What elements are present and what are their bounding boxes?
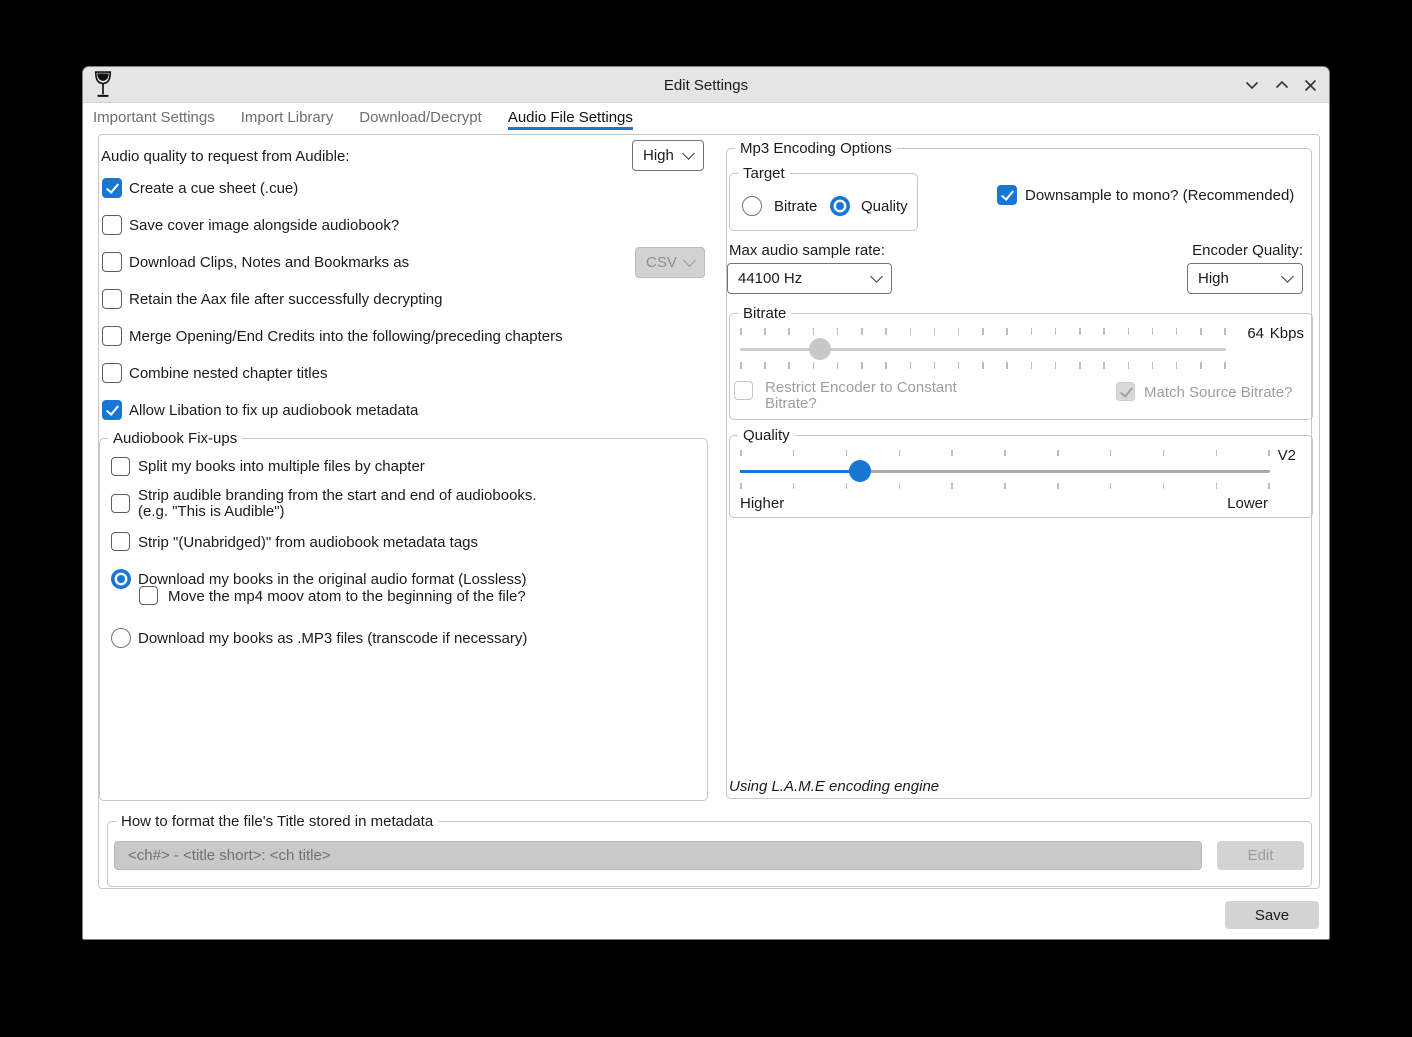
create-cue-sheet-label: Create a cue sheet (.cue) xyxy=(129,180,298,197)
minimize-button[interactable] xyxy=(1237,67,1267,103)
encoding-engine-note: Using L.A.M.E encoding engine xyxy=(729,778,939,795)
quality-slider-handle[interactable] xyxy=(849,460,871,482)
target-title: Target xyxy=(738,164,790,183)
lossless-format-radio[interactable] xyxy=(111,569,131,589)
chevron-down-icon xyxy=(683,254,696,267)
chevron-down-icon xyxy=(870,270,883,283)
bitrate-group: Bitrate 64 Kbps Restrict Encoder to Cons… xyxy=(729,313,1313,420)
quality-value: V2 xyxy=(1278,447,1296,464)
close-button[interactable] xyxy=(1295,67,1325,103)
save-cover-image-checkbox[interactable] xyxy=(102,215,122,235)
combine-chapters-label: Combine nested chapter titles xyxy=(129,365,327,382)
strip-branding-label: Strip audible branding from the start an… xyxy=(138,488,608,520)
moov-atom-checkbox[interactable] xyxy=(139,586,158,605)
merge-credits-label: Merge Opening/End Credits into the follo… xyxy=(129,328,563,345)
edit-button[interactable]: Edit xyxy=(1217,841,1304,870)
audio-quality-label: Audio quality to request from Audible: xyxy=(101,148,349,165)
quality-lower-label: Lower xyxy=(1227,495,1268,512)
chevron-down-icon xyxy=(1281,270,1294,283)
tab-import-library[interactable]: Import Library xyxy=(241,103,334,131)
title-format-title: How to format the file's Title stored in… xyxy=(116,812,438,831)
strip-unabridged-label: Strip "(Unabridged)" from audiobook meta… xyxy=(138,534,478,551)
retain-aax-checkbox[interactable] xyxy=(102,289,122,309)
bitrate-unit: Kbps xyxy=(1270,325,1304,342)
sample-rate-dropdown[interactable]: 44100 Hz xyxy=(727,263,892,294)
restrict-cbr-label: Restrict Encoder to Constant Bitrate? xyxy=(765,380,980,412)
downsample-mono-checkbox[interactable] xyxy=(997,185,1017,205)
chevron-down-icon xyxy=(1245,79,1259,91)
mp3-format-radio[interactable] xyxy=(111,628,131,648)
mp3-encoding-options-title: Mp3 Encoding Options xyxy=(735,139,897,158)
tab-important-settings[interactable]: Important Settings xyxy=(93,103,215,131)
match-source-bitrate-checkbox[interactable] xyxy=(1116,382,1135,401)
quality-ticks-top xyxy=(740,450,1270,458)
quality-slider-fill xyxy=(740,470,860,473)
target-quality-label: Quality xyxy=(861,198,908,215)
merge-credits-checkbox[interactable] xyxy=(102,326,122,346)
downsample-mono-label: Downsample to mono? (Recommended) xyxy=(1025,187,1294,204)
target-bitrate-radio[interactable] xyxy=(742,196,762,216)
title-format-group: How to format the file's Title stored in… xyxy=(107,821,1312,887)
bitrate-value: 64 xyxy=(1247,325,1264,342)
quality-higher-label: Higher xyxy=(740,495,784,512)
download-clips-label: Download Clips, Notes and Bookmarks as xyxy=(129,254,409,271)
quality-title: Quality xyxy=(738,426,795,445)
title-bar[interactable]: Edit Settings xyxy=(83,67,1329,103)
fixup-metadata-checkbox[interactable] xyxy=(102,400,122,420)
tab-audio-file-settings[interactable]: Audio File Settings xyxy=(508,103,633,131)
lossless-format-label: Download my books in the original audio … xyxy=(138,571,527,588)
combine-chapters-checkbox[interactable] xyxy=(102,363,122,383)
chevron-up-icon xyxy=(1275,79,1289,91)
audio-quality-dropdown[interactable]: High xyxy=(632,140,704,171)
strip-unabridged-checkbox[interactable] xyxy=(111,532,130,551)
create-cue-sheet-checkbox[interactable] xyxy=(102,178,122,198)
sample-rate-label: Max audio sample rate: xyxy=(729,242,885,259)
restrict-cbr-checkbox[interactable] xyxy=(734,381,753,400)
retain-aax-label: Retain the Aax file after successfully d… xyxy=(129,291,443,308)
target-group: Target Bitrate Quality xyxy=(729,173,918,231)
tab-download-decrypt[interactable]: Download/Decrypt xyxy=(359,103,482,131)
quality-group: Quality V2 Higher Lower xyxy=(729,435,1313,518)
edit-settings-window: Edit Settings Important Settings Import … xyxy=(82,66,1330,940)
fixup-metadata-label: Allow Libation to fix up audiobook metad… xyxy=(129,402,418,419)
encoder-quality-label: Encoder Quality: xyxy=(1192,242,1303,259)
window-title: Edit Settings xyxy=(83,67,1329,103)
encoder-quality-dropdown[interactable]: High xyxy=(1187,263,1303,294)
save-cover-image-label: Save cover image alongside audiobook? xyxy=(129,217,399,234)
mp3-format-label: Download my books as .MP3 files (transco… xyxy=(138,630,527,647)
bitrate-slider[interactable] xyxy=(740,348,1226,351)
maximize-button[interactable] xyxy=(1267,67,1297,103)
audiobook-fixups-group: Audiobook Fix-ups Split my books into mu… xyxy=(99,438,708,801)
mp3-encoding-options-group: Mp3 Encoding Options Target Bitrate Qual… xyxy=(726,148,1312,799)
bitrate-slider-handle[interactable] xyxy=(809,338,831,360)
bitrate-title: Bitrate xyxy=(738,304,791,323)
split-by-chapter-label: Split my books into multiple files by ch… xyxy=(138,458,425,475)
split-by-chapter-checkbox[interactable] xyxy=(111,457,130,476)
save-button[interactable]: Save xyxy=(1225,901,1319,929)
bitrate-ticks-top xyxy=(740,328,1226,336)
quality-slider[interactable] xyxy=(740,470,1270,473)
title-format-input[interactable]: <ch#> - <title short>: <ch title> xyxy=(114,841,1202,870)
moov-atom-label: Move the mp4 moov atom to the beginning … xyxy=(168,588,526,605)
strip-branding-checkbox[interactable] xyxy=(111,494,130,513)
match-source-bitrate-label: Match Source Bitrate? xyxy=(1144,384,1292,401)
chevron-down-icon xyxy=(682,147,695,160)
target-bitrate-label: Bitrate xyxy=(774,198,817,215)
target-quality-radio[interactable] xyxy=(830,196,850,216)
audiobook-fixups-title: Audiobook Fix-ups xyxy=(108,429,242,448)
close-icon xyxy=(1304,79,1317,92)
quality-ticks-bottom xyxy=(740,483,1270,491)
tab-bar: Important Settings Import Library Downlo… xyxy=(83,103,1329,131)
clips-format-dropdown[interactable]: CSV xyxy=(635,247,705,278)
bitrate-ticks-bottom xyxy=(740,362,1226,370)
download-clips-checkbox[interactable] xyxy=(102,252,122,272)
